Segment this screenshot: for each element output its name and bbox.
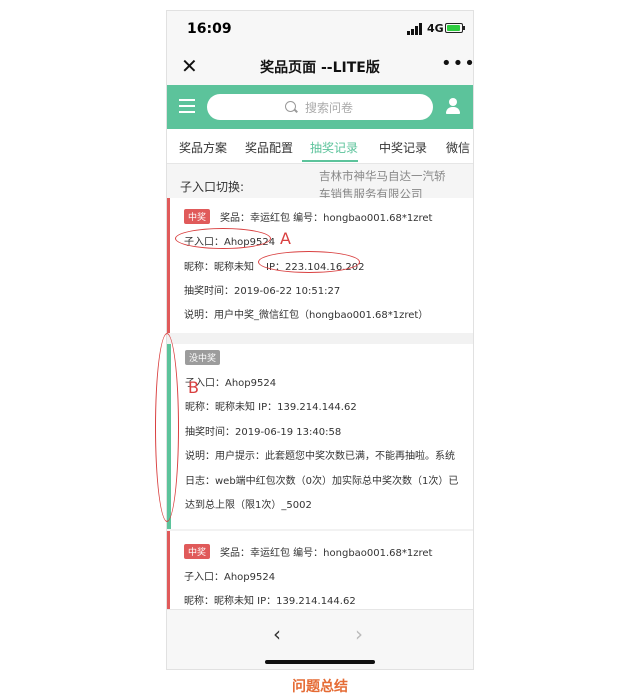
user-icon[interactable]	[446, 98, 460, 114]
prize-line: 奖品：幸运红包 编号：hongbao001.68*1zret	[220, 213, 433, 224]
nickname-ip-line: 昵称：昵称未知 IP：139.214.144.62	[184, 596, 356, 607]
battery-icon	[445, 23, 465, 33]
note-line-1: 说明：用户提示：此套题您中奖次数已满，不能再抽啦。系统	[185, 451, 455, 462]
status-badge: 中奖	[184, 209, 211, 224]
back-arrow-icon[interactable]: ‹	[273, 622, 281, 646]
tab-prize-config[interactable]: 奖品配置	[245, 139, 293, 156]
caption: 问题总结	[292, 679, 348, 695]
tab-bar: 奖品方案 奖品配置 抽奖记录 中奖记录 微信	[167, 129, 473, 164]
page-title: 奖品页面 --LITE版	[260, 60, 380, 76]
tab-wechat[interactable]: 微信	[446, 139, 470, 156]
draw-time-line: 抽奖时间：2019-06-19 13:40:58	[185, 427, 342, 438]
status-time: 16:09	[187, 21, 232, 37]
network-label: 4G	[427, 22, 444, 35]
bottom-toolbar: ‹ ›	[167, 609, 473, 669]
sub-entry-switch-label: 子入口切换:	[180, 180, 245, 194]
status-bar: 16:09 4G	[167, 11, 473, 47]
status-badge: 没中奖	[185, 350, 221, 365]
more-icon[interactable]: •••	[441, 53, 473, 74]
search-icon	[285, 101, 296, 112]
phone-screen: 16:09 4G ✕ 奖品页面 --LITE版 ••• 搜索问卷 奖品方案 奖品…	[166, 10, 474, 670]
record-card-3: 中奖 奖品：幸运红包 编号：hongbao001.68*1zret 子入口：Ah…	[167, 531, 473, 609]
signal-icon	[407, 23, 423, 35]
status-badge: 中奖	[184, 544, 211, 559]
home-indicator	[265, 660, 375, 664]
header-bar: 搜索问卷	[167, 85, 473, 129]
company-name-line1: 吉林市神华马自达一汽轿	[319, 169, 446, 183]
active-tab-indicator	[302, 160, 358, 162]
record-card-2: 没中奖 子入口：Ahop9524 昵称：昵称未知 IP：139.214.144.…	[167, 344, 473, 529]
draw-time-line: 抽奖时间：2019-06-22 10:51:27	[184, 286, 341, 297]
search-placeholder: 搜索问卷	[305, 101, 354, 115]
annotation-ellipse-b	[155, 333, 179, 522]
note-line-3: 达到总上限（限1次）_5002	[185, 500, 312, 511]
sub-entry-line: 子入口：Ahop9524	[184, 572, 276, 583]
note-line: 说明：用户中奖_微信红包（hongbao001.68*1zret）	[184, 310, 429, 321]
nav-bar: ✕ 奖品页面 --LITE版 •••	[167, 47, 473, 85]
annotation-letter-a: A	[280, 229, 291, 248]
nickname-line: 昵称：昵称未知	[184, 262, 254, 273]
search-input[interactable]: 搜索问卷	[207, 94, 433, 120]
tab-win-records[interactable]: 中奖记录	[379, 139, 427, 156]
menu-icon[interactable]	[179, 98, 195, 114]
annotation-letter-b: B	[188, 378, 199, 397]
note-line-2: 日志：web端中红包次数（0次）加实际总中奖次数（1次）已	[185, 476, 459, 487]
forward-arrow-icon[interactable]: ›	[355, 622, 363, 646]
tab-prize-plan[interactable]: 奖品方案	[179, 139, 227, 156]
annotation-ellipse-a	[175, 228, 271, 249]
prize-line: 奖品：幸运红包 编号：hongbao001.68*1zret	[220, 548, 433, 559]
tab-draw-records[interactable]: 抽奖记录	[310, 139, 358, 156]
annotation-ellipse-ip	[258, 251, 360, 273]
nickname-ip-line: 昵称：昵称未知 IP：139.214.144.62	[185, 402, 357, 413]
